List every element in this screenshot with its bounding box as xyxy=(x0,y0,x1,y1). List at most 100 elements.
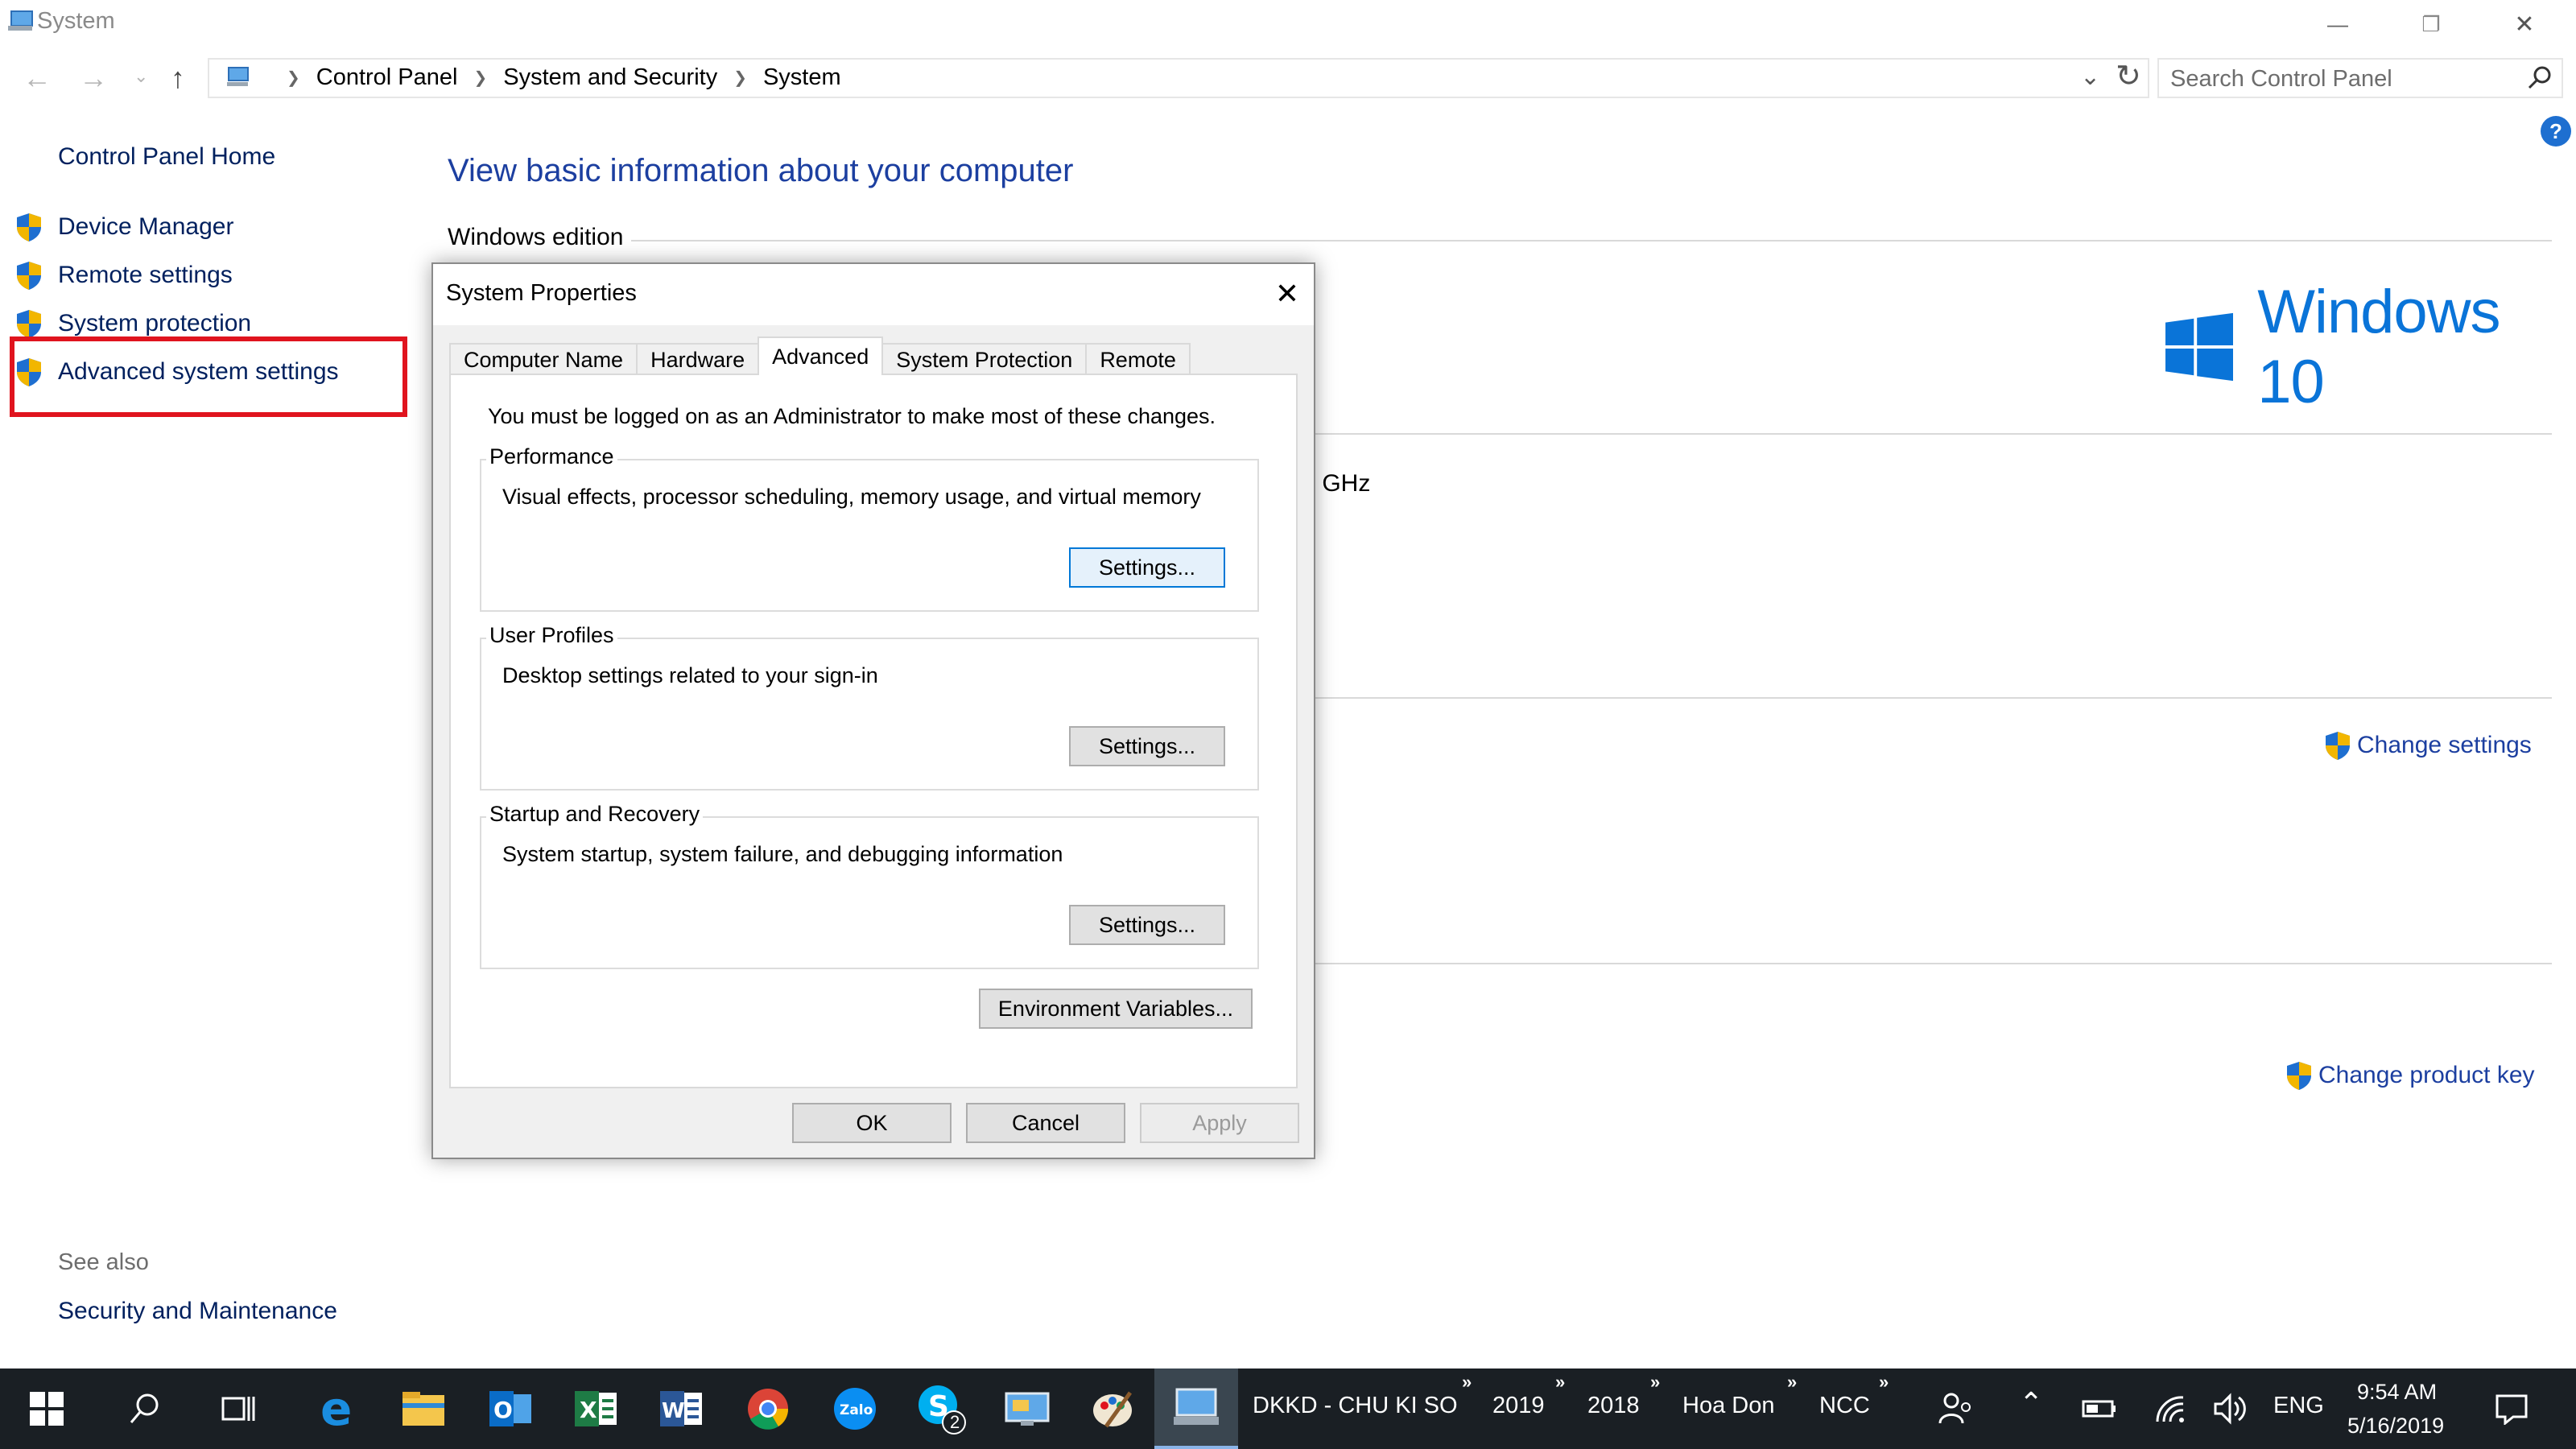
word-icon[interactable]: W xyxy=(641,1368,721,1449)
advanced-tab-panel: You must be logged on as an Administrato… xyxy=(449,374,1298,1088)
breadcrumb: ❯ Control Panel ❯ System and Security ❯ … xyxy=(225,64,841,91)
performance-settings-button[interactable]: Settings... xyxy=(1069,547,1225,588)
recent-locations-chevron-icon[interactable]: ⌄ xyxy=(134,66,148,87)
startup-recovery-group-title: Startup and Recovery xyxy=(486,802,704,827)
task-view-icon[interactable] xyxy=(198,1368,279,1449)
performance-group-desc: Visual effects, processor scheduling, me… xyxy=(502,485,1201,509)
uac-shield-icon xyxy=(17,310,41,338)
clock-time[interactable]: 9:54 AM xyxy=(2357,1380,2437,1405)
outlook-icon[interactable]: O xyxy=(470,1368,551,1449)
system-protection-link[interactable]: System protection xyxy=(13,308,251,340)
user-profiles-group: User Profiles Desktop settings related t… xyxy=(480,623,1259,791)
window-titlebar: System — ❐ ✕ xyxy=(0,0,2576,48)
toolbar-chevron-icon[interactable]: » xyxy=(1879,1372,1889,1393)
control-panel-home-link[interactable]: Control Panel Home xyxy=(58,143,275,171)
address-dropdown-icon[interactable]: ⌄ xyxy=(2080,63,2100,91)
admin-note: You must be logged on as an Administrato… xyxy=(488,404,1216,428)
svg-text:e: e xyxy=(320,1386,352,1431)
clock-date[interactable]: 5/16/2019 xyxy=(2347,1414,2444,1439)
control-panel-icon xyxy=(227,66,249,86)
show-hidden-icons-chevron-icon[interactable]: ⌃ xyxy=(2019,1386,2043,1420)
edge-icon[interactable]: e xyxy=(298,1368,378,1449)
tab-advanced[interactable]: Advanced xyxy=(758,336,884,375)
people-icon[interactable] xyxy=(1916,1368,1996,1449)
dialog-title: System Properties xyxy=(446,280,637,306)
forward-arrow-icon[interactable]: → xyxy=(79,61,108,95)
window-title: System xyxy=(37,8,115,34)
up-arrow-icon[interactable]: ↑ xyxy=(171,61,185,95)
toolbar-chevron-icon[interactable]: » xyxy=(1787,1372,1797,1393)
toolbar-ncc[interactable]: NCC xyxy=(1819,1393,1870,1419)
tab-remote[interactable]: Remote xyxy=(1085,343,1191,375)
toolbar-chevron-icon[interactable]: » xyxy=(1462,1372,1472,1393)
toolbar-2019[interactable]: 2019 xyxy=(1492,1393,1545,1419)
chrome-icon[interactable] xyxy=(728,1368,808,1449)
divider xyxy=(1315,697,2552,699)
change-product-key-link[interactable]: Change product key xyxy=(2283,1059,2535,1092)
toolbar-hoa-don[interactable]: Hoa Don xyxy=(1682,1393,1774,1419)
battery-icon[interactable] xyxy=(2059,1368,2140,1449)
apply-button[interactable]: Apply xyxy=(1140,1103,1299,1143)
search-icon[interactable] xyxy=(105,1368,185,1449)
uac-shield-icon xyxy=(17,213,41,242)
skype-badge: 2 xyxy=(950,1412,960,1432)
tab-system-protection[interactable]: System Protection xyxy=(881,343,1088,375)
processor-speed-text: ) GHz xyxy=(1307,470,1371,497)
breadcrumb-control-panel[interactable]: Control Panel xyxy=(316,64,458,91)
back-arrow-icon[interactable]: ← xyxy=(23,61,52,95)
search-icon xyxy=(2528,66,2551,89)
user-profiles-group-desc: Desktop settings related to your sign-in xyxy=(502,663,878,687)
breadcrumb-separator-icon: ❯ xyxy=(287,69,300,87)
paint-icon[interactable] xyxy=(1072,1368,1153,1449)
close-button[interactable]: ✕ xyxy=(2478,0,2571,48)
zalo-icon[interactable]: Zalo xyxy=(815,1368,895,1449)
minimize-button[interactable]: — xyxy=(2291,0,2384,48)
address-bar[interactable]: ❯ Control Panel ❯ System and Security ❯ … xyxy=(208,58,2149,98)
cancel-button[interactable]: Cancel xyxy=(966,1103,1125,1143)
user-profiles-settings-button[interactable]: Settings... xyxy=(1069,726,1225,766)
windows-logo-icon xyxy=(2165,312,2234,382)
action-center-icon[interactable] xyxy=(2471,1368,2552,1449)
windows-start-icon[interactable] xyxy=(6,1368,87,1449)
page-title: View basic information about your comput… xyxy=(448,153,1074,188)
volume-icon[interactable] xyxy=(2190,1368,2270,1449)
restore-icon: ❐ xyxy=(2421,11,2441,36)
minimize-icon: — xyxy=(2327,11,2348,36)
breadcrumb-system[interactable]: System xyxy=(763,64,841,91)
excel-icon[interactable]: X xyxy=(555,1368,636,1449)
divider xyxy=(1315,433,2552,435)
refresh-icon[interactable]: ↻ xyxy=(2116,58,2141,94)
divider xyxy=(1315,963,2552,964)
restore-button[interactable]: ❐ xyxy=(2384,0,2478,48)
tab-hardware[interactable]: Hardware xyxy=(636,343,760,375)
device-manager-link[interactable]: Device Manager xyxy=(13,211,233,243)
breadcrumb-system-and-security[interactable]: System and Security xyxy=(503,64,717,91)
toolbar-chevron-icon[interactable]: » xyxy=(1650,1372,1660,1393)
windows-10-text: Windows 10 xyxy=(2257,278,2500,416)
tab-computer-name[interactable]: Computer Name xyxy=(449,343,638,375)
search-input[interactable]: Search Control Panel xyxy=(2157,58,2563,98)
remote-settings-link[interactable]: Remote settings xyxy=(13,259,233,291)
ok-button[interactable]: OK xyxy=(792,1103,952,1143)
change-settings-link[interactable]: Change settings xyxy=(2322,729,2532,762)
startup-recovery-group: Startup and Recovery System startup, sys… xyxy=(480,802,1259,969)
search-placeholder: Search Control Panel xyxy=(2170,66,2392,92)
system-properties-dialog: System Properties ✕ Computer Name Hardwa… xyxy=(431,262,1315,1159)
system-taskbar-button-active[interactable] xyxy=(1154,1368,1238,1449)
toolbar-dkkd-chu-ki-so[interactable]: DKKD - CHU KI SO xyxy=(1253,1393,1458,1419)
startup-recovery-settings-button[interactable]: Settings... xyxy=(1069,905,1225,945)
dialog-close-icon[interactable]: ✕ xyxy=(1275,277,1299,311)
security-and-maintenance-link[interactable]: Security and Maintenance xyxy=(58,1298,337,1325)
help-icon[interactable]: ? xyxy=(2541,116,2571,147)
skype-icon[interactable]: S 2 xyxy=(900,1368,980,1449)
file-explorer-icon[interactable] xyxy=(383,1368,464,1449)
startup-recovery-group-desc: System startup, system failure, and debu… xyxy=(502,842,1063,866)
remote-desktop-icon[interactable] xyxy=(987,1368,1067,1449)
uac-shield-icon xyxy=(2287,1062,2311,1090)
uac-shield-icon xyxy=(2326,732,2350,760)
toolbar-chevron-icon[interactable]: » xyxy=(1555,1372,1565,1393)
language-indicator[interactable]: ENG xyxy=(2273,1393,2324,1419)
system-computer-icon xyxy=(1174,1388,1219,1425)
toolbar-2018[interactable]: 2018 xyxy=(1587,1393,1640,1419)
environment-variables-button[interactable]: Environment Variables... xyxy=(979,989,1253,1029)
